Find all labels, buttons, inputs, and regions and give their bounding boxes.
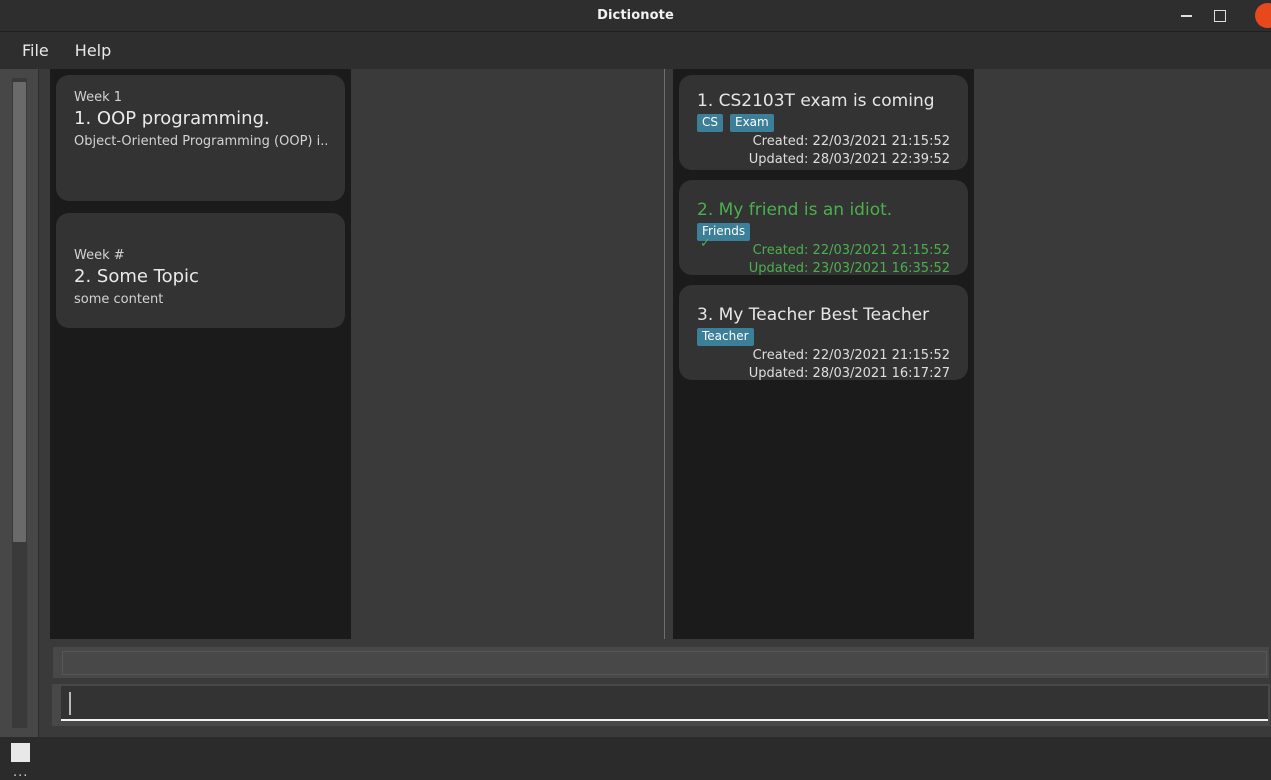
- note-card[interactable]: 3. My Teacher Best Teacher Teacher Creat…: [679, 285, 968, 381]
- topic-cards-wrapper: Week 1 1. OOP programming. Object-Orient…: [50, 69, 351, 328]
- close-button[interactable]: [1237, 0, 1271, 31]
- note-created-timestamp: Created: 22/03/2021 21:15:52: [752, 134, 950, 149]
- topic-list-panel: Week 1 1. OOP programming. Object-Orient…: [50, 69, 351, 639]
- title-bar: Dictionote: [0, 0, 1271, 32]
- topic-content-preview: some content: [74, 292, 164, 307]
- topic-content-preview: Object-Oriented Programming (OOP) i...: [74, 134, 327, 149]
- middle-empty-panel: [351, 69, 664, 639]
- note-tag[interactable]: Exam: [730, 114, 774, 132]
- menu-item-help[interactable]: Help: [65, 40, 121, 62]
- note-tag[interactable]: CS: [697, 114, 723, 132]
- note-card[interactable]: 2. My friend is an idiot. Friends Create…: [679, 180, 968, 276]
- note-cards-wrapper: 1. CS2103T exam is coming CS Exam Create…: [673, 69, 974, 381]
- minimize-button[interactable]: [1169, 0, 1203, 31]
- note-done-checkmark-icon: ✓: [700, 236, 711, 251]
- command-input[interactable]: [61, 686, 1268, 721]
- window-controls: [1169, 0, 1271, 31]
- topic-card[interactable]: Week # 2. Some Topic some content: [56, 213, 345, 328]
- note-title: 3. My Teacher Best Teacher: [697, 305, 930, 325]
- close-icon: [1255, 3, 1271, 28]
- menu-item-file[interactable]: File: [12, 40, 59, 62]
- note-created-timestamp: Created: 22/03/2021 21:15:52: [752, 243, 950, 258]
- note-created-timestamp: Created: 22/03/2021 21:15:52: [752, 348, 950, 363]
- panel-divider[interactable]: [664, 69, 665, 639]
- note-list-panel: 1. CS2103T exam is coming CS Exam Create…: [673, 69, 974, 639]
- note-updated-timestamp: Updated: 28/03/2021 22:39:52: [748, 152, 950, 167]
- bottom-area: [39, 643, 1271, 737]
- scrollbar-thumb[interactable]: [13, 82, 26, 542]
- topic-title: 1. OOP programming.: [74, 108, 270, 129]
- note-tags: Teacher: [697, 328, 952, 346]
- maximize-icon: [1214, 9, 1226, 22]
- overflow-dots-label[interactable]: ...: [13, 766, 28, 779]
- minimize-icon: [1180, 14, 1192, 17]
- topic-card[interactable]: Week 1 1. OOP programming. Object-Orient…: [56, 75, 345, 201]
- topic-week-label: Week 1: [74, 90, 123, 105]
- note-card[interactable]: 1. CS2103T exam is coming CS Exam Create…: [679, 75, 968, 170]
- topic-title: 2. Some Topic: [74, 266, 199, 287]
- note-tag[interactable]: Teacher: [697, 328, 754, 346]
- window-title: Dictionote: [597, 8, 674, 23]
- note-title: 2. My friend is an idiot.: [697, 200, 893, 220]
- splitter-handle[interactable]: [11, 743, 30, 762]
- main-work-area: ... Week 1 1. OOP programming. Object-Or…: [0, 69, 1271, 779]
- note-updated-timestamp: Updated: 23/03/2021 16:35:52: [748, 261, 950, 276]
- note-tags: CS Exam: [697, 114, 952, 132]
- note-tags: Friends: [697, 223, 952, 241]
- topic-week-label: Week #: [74, 248, 125, 263]
- result-display-box: [52, 646, 1270, 679]
- note-updated-timestamp: Updated: 28/03/2021 16:17:27: [748, 366, 950, 381]
- text-caret: [69, 692, 71, 715]
- panels-container: Week 1 1. OOP programming. Object-Orient…: [39, 69, 1271, 639]
- command-input-wrapper: [52, 684, 1270, 726]
- note-title: 1. CS2103T exam is coming: [697, 91, 935, 111]
- menu-bar: File Help: [0, 32, 1271, 70]
- result-display-text: [62, 651, 1267, 675]
- maximize-button[interactable]: [1203, 0, 1237, 31]
- left-scroll-strip[interactable]: ...: [0, 69, 39, 779]
